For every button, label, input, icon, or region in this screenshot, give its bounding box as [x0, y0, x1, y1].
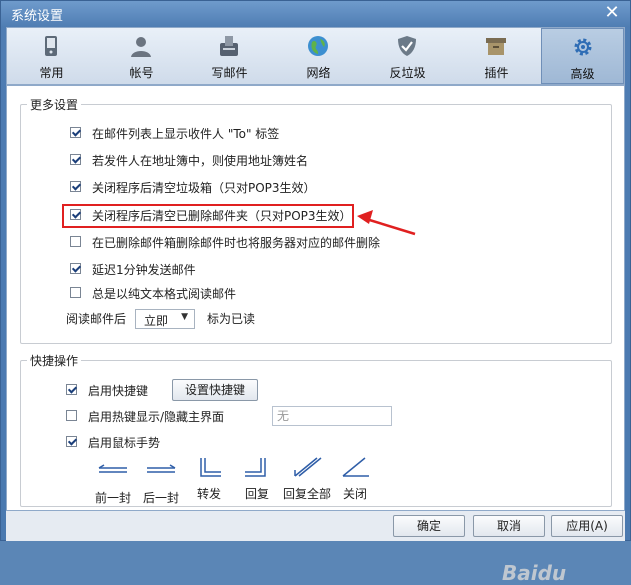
ok-button[interactable]: 确定	[393, 515, 465, 537]
checkbox[interactable]	[70, 287, 81, 298]
option-label: 启用快捷键	[88, 384, 149, 398]
cancel-button[interactable]: 取消	[473, 515, 545, 537]
gesture-reply-all: 回复全部	[283, 455, 331, 501]
gesture-close: 关闭	[331, 455, 379, 501]
phone-icon	[45, 36, 57, 56]
gesture-diagonal-line-icon	[342, 457, 369, 477]
checkbox[interactable]	[66, 410, 77, 421]
option-label: 启用热键显示/隐藏主界面	[88, 410, 225, 424]
gesture-next: 后一封	[137, 459, 185, 505]
tab-label: 网络	[306, 66, 331, 80]
dialog-footer: 确定 取消 应用(A)	[6, 511, 625, 541]
title-bar: 系统设置 ✕	[1, 1, 630, 25]
globe-icon	[308, 36, 328, 56]
gesture-left-icon	[98, 464, 127, 473]
box-icon	[486, 38, 506, 55]
option-label: 在已删除邮件箱删除邮件时也将服务器对应的邮件删除	[92, 236, 381, 250]
tab-plugins[interactable]: 插件	[459, 28, 534, 84]
user-icon	[131, 37, 151, 57]
apply-button[interactable]: 应用(A)	[551, 515, 623, 537]
tab-advanced[interactable]: 高级	[541, 28, 624, 84]
checkbox[interactable]	[70, 236, 81, 247]
tab-antispam[interactable]: 反垃圾	[370, 28, 445, 84]
more-settings-group: 更多设置 在邮件列表上显示收件人 "To" 标签 若发件人在地址簿中，则使用地址…	[20, 96, 612, 344]
compose-mail-icon	[220, 36, 238, 56]
checkbox[interactable]	[66, 436, 77, 447]
gesture-right-icon	[147, 464, 176, 473]
red-arrow-annotation	[357, 210, 416, 236]
checkbox[interactable]	[70, 209, 81, 220]
checkbox[interactable]	[70, 181, 81, 192]
tab-compose[interactable]: 写邮件	[192, 28, 267, 84]
gesture-diagonal-double-icon	[294, 457, 322, 477]
settings-content: 更多设置 在邮件列表上显示收件人 "To" 标签 若发件人在地址簿中，则使用地址…	[6, 85, 625, 585]
watermark-logo: Baidu	[502, 561, 567, 585]
tab-label: 写邮件	[211, 66, 248, 80]
hotkey-input[interactable]: 无	[272, 406, 392, 426]
tab-network[interactable]: 网络	[281, 28, 356, 84]
option-label: 若发件人在地址簿中，则使用地址簿姓名	[92, 154, 309, 168]
checkbox[interactable]	[70, 127, 81, 138]
gesture-previous: 前一封	[89, 459, 137, 505]
option-label: 启用鼠标手势	[88, 436, 161, 450]
group-title: 更多设置	[27, 96, 82, 113]
tab-label: 反垃圾	[389, 66, 426, 80]
shield-icon	[398, 36, 416, 56]
shortcuts-group: 快捷操作 启用快捷键 设置快捷键 启用热键显示/隐藏主界面 无 启用鼠标手势 前…	[20, 352, 612, 507]
set-hotkeys-button[interactable]: 设置快捷键	[172, 379, 258, 401]
window-title: 系统设置	[11, 9, 64, 24]
gesture-forward: 转发	[185, 455, 233, 501]
checkbox[interactable]	[70, 154, 81, 165]
read-after-label: 阅读邮件后	[66, 312, 127, 326]
tab-label: 常用	[39, 66, 64, 80]
settings-window: 系统设置 ✕ 常用 帐号 写邮件 网络 反垃圾 插件 高级 更多设置 在邮件列表…	[0, 0, 631, 585]
group-title: 快捷操作	[27, 352, 82, 369]
checkbox[interactable]	[70, 263, 81, 274]
tab-label: 高级	[570, 67, 595, 81]
select-value: 立即	[144, 314, 169, 328]
option-label: 在邮件列表上显示收件人 "To" 标签	[92, 127, 280, 141]
gesture-reply: 回复	[233, 455, 281, 501]
gesture-down-left-icon	[245, 458, 266, 477]
tab-account[interactable]: 帐号	[104, 28, 179, 84]
mark-read-select[interactable]: 立即 ▼	[135, 309, 195, 329]
tab-label: 帐号	[129, 66, 154, 80]
settings-tabs: 常用 帐号 写邮件 网络 反垃圾 插件 高级	[6, 27, 625, 85]
option-label: 关闭程序后清空已删除邮件夹（只对POP3生效）	[92, 209, 352, 223]
option-label: 总是以纯文本格式阅读邮件	[92, 287, 237, 301]
close-icon[interactable]: ✕	[602, 3, 622, 23]
tab-label: 插件	[484, 66, 509, 80]
checkbox[interactable]	[66, 384, 77, 395]
tab-general[interactable]: 常用	[14, 28, 89, 84]
option-label: 延迟1分钟发送邮件	[92, 263, 196, 277]
option-label: 关闭程序后清空垃圾箱（只对POP3生效）	[92, 181, 316, 195]
chevron-down-icon: ▼	[181, 312, 188, 322]
gesture-down-right-icon	[200, 458, 221, 477]
mark-read-label: 标为已读	[207, 312, 256, 326]
gesture-label: 关闭	[342, 487, 367, 501]
gear-icon	[574, 38, 592, 56]
